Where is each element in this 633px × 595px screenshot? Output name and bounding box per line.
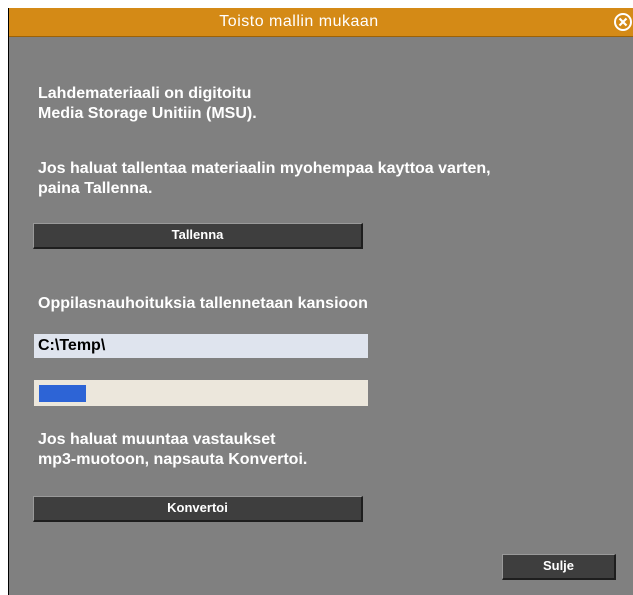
save-hint-line-2: paina Tallenna. bbox=[38, 180, 153, 197]
folder-label: Oppilasnauhoituksia tallennetaan kansioo… bbox=[38, 295, 368, 312]
convert-button[interactable]: Konvertoi bbox=[33, 496, 363, 522]
dialog-window: Toisto mallin mukaan Lahdemateriaali on … bbox=[8, 8, 633, 595]
close-icon[interactable] bbox=[613, 12, 633, 32]
convert-hint-line-1: Jos haluat muuntaa vastaukset bbox=[38, 431, 276, 448]
title-bar[interactable]: Toisto mallin mukaan bbox=[9, 8, 633, 37]
progress-bar bbox=[34, 380, 368, 406]
background-window-text bbox=[0, 0, 633, 8]
progress-fill bbox=[39, 385, 86, 402]
save-button[interactable]: Tallenna bbox=[33, 223, 363, 249]
background-window-strip bbox=[0, 0, 633, 8]
intro-text-line-2: Media Storage Unitiin (MSU). bbox=[38, 105, 257, 122]
close-button[interactable]: Sulje bbox=[502, 554, 616, 580]
save-hint-line-1: Jos haluat tallentaa materiaalin myohemp… bbox=[38, 160, 491, 177]
dialog-title: Toisto mallin mukaan bbox=[219, 13, 379, 30]
folder-path-field[interactable]: C:\Temp\ bbox=[34, 334, 368, 358]
convert-hint-line-2: mp3-muotoon, napsauta Konvertoi. bbox=[38, 451, 308, 468]
intro-text-line-1: Lahdemateriaali on digitoitu bbox=[38, 85, 252, 102]
